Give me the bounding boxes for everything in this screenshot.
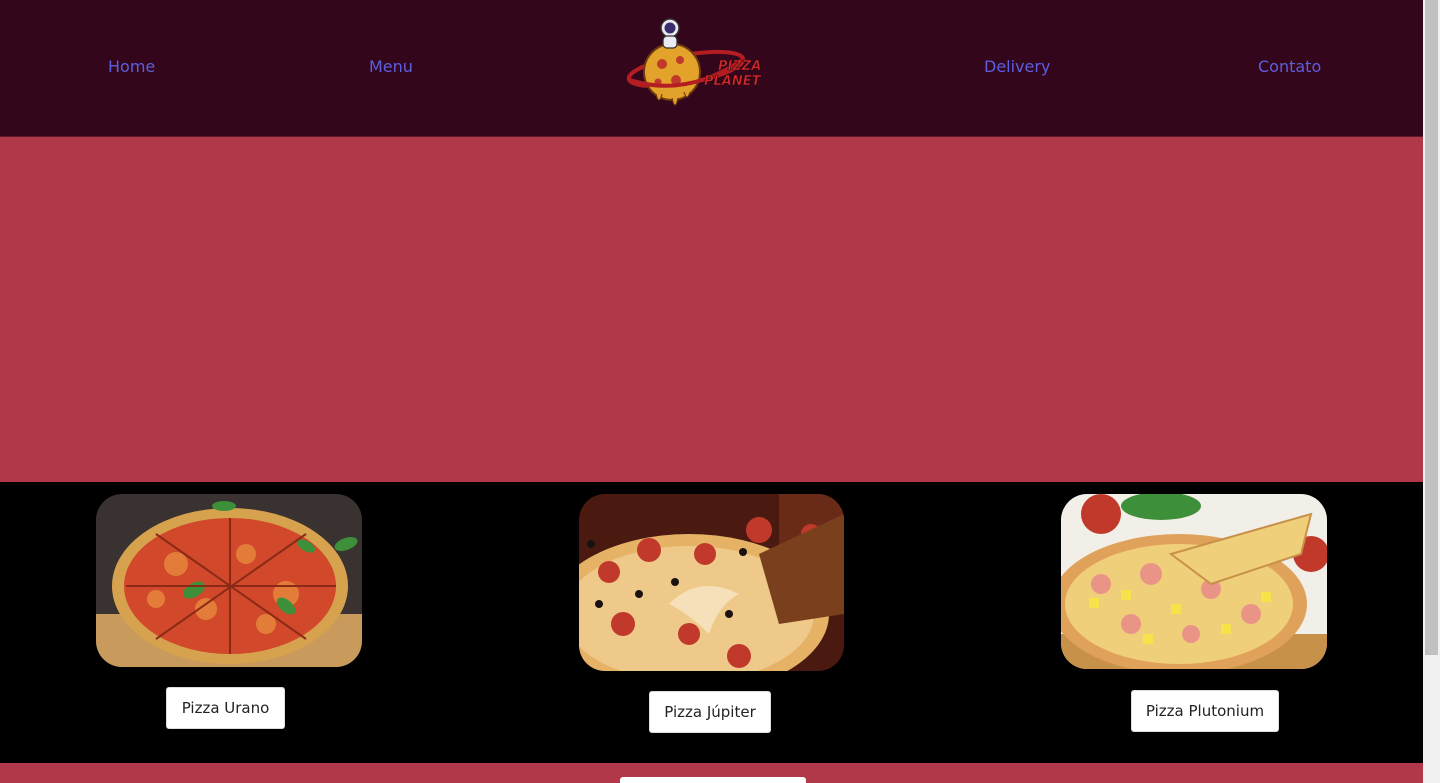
nav-menu-link[interactable]: Menu [369,57,413,76]
pizza-plutonium-button[interactable]: Pizza Plutonium [1131,690,1279,732]
page: Home Menu PIZZA PLANET Delivery Contato … [0,0,1423,783]
nav-delivery-link[interactable]: Delivery [984,57,1050,76]
hero-banner [0,137,1423,482]
pizza-jupiter-image[interactable] [579,494,844,671]
logo-graphic: PIZZA PLANET [626,18,762,106]
nav-home-link[interactable]: Home [108,57,155,76]
pizza-jupiter-button[interactable]: Pizza Júpiter [649,691,771,733]
nav-contact-link[interactable]: Contato [1258,57,1321,76]
pizza-plutonium-image[interactable] [1061,494,1327,669]
top-navbar: Home Menu PIZZA PLANET Delivery Contato [0,0,1423,137]
page-scrollbar[interactable] [1423,0,1440,783]
pizza-planet-logo[interactable]: PIZZA PLANET [626,14,772,116]
logo-text-planet: PLANET [704,74,762,89]
products-section: Pizza Urano Pizza Júpiter Pizza Plutoniu… [0,482,1423,763]
footer-button[interactable] [620,777,806,783]
pizza-urano-button[interactable]: Pizza Urano [166,687,285,729]
pizza-urano-image[interactable] [96,494,362,667]
scrollbar-thumb[interactable] [1425,0,1438,655]
logo-text-pizza: PIZZA [718,59,761,74]
